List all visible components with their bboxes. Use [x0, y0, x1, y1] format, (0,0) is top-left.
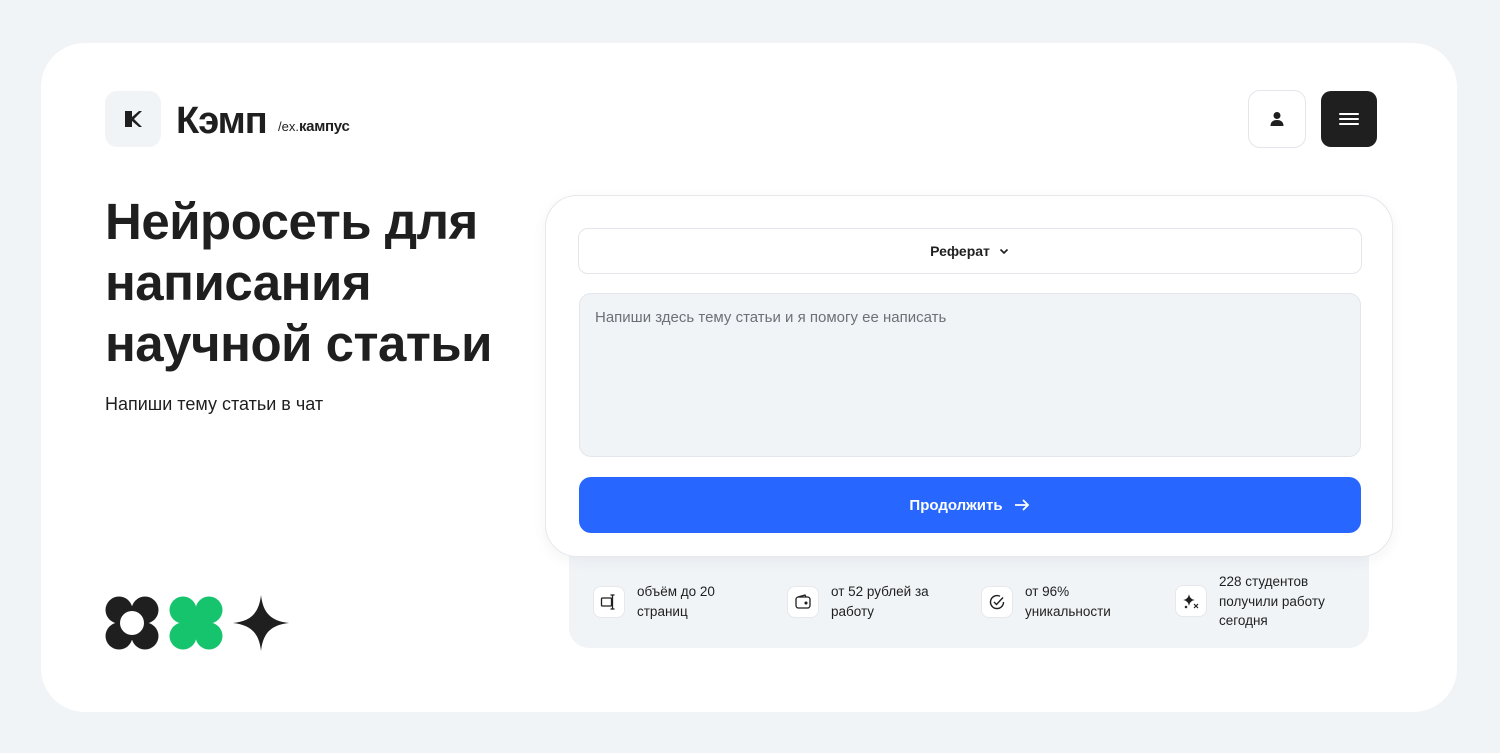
arrow-right-icon — [1014, 499, 1029, 511]
topic-input[interactable] — [579, 293, 1361, 457]
clover-shape-icon — [169, 596, 223, 650]
continue-button[interactable]: Продолжить — [579, 477, 1361, 533]
feature-text: от 96% уникальности — [1025, 584, 1111, 619]
feature-item: от 52 рублей за работу — [787, 582, 941, 621]
brand-former-name: /ex.кампус — [278, 118, 350, 136]
feature-item: 228 студентов получили работу сегодня — [1175, 572, 1344, 631]
user-button[interactable] — [1248, 90, 1306, 148]
check-circle-icon — [981, 585, 1013, 618]
hamburger-menu-icon — [1339, 113, 1359, 125]
work-type-label: Реферат — [930, 243, 990, 259]
main-card: Кэмп /ex.кампус Нейросеть для написания … — [41, 43, 1457, 712]
chevron-down-icon — [999, 248, 1008, 255]
feature-item: от 96% уникальности — [981, 582, 1125, 621]
logo-icon[interactable] — [105, 91, 161, 147]
work-type-select[interactable]: Реферат — [578, 228, 1362, 274]
page-title: Нейросеть для написания научной статьи — [105, 193, 493, 372]
feature-item: объём до 20 страниц — [593, 582, 747, 621]
feature-text: объём до 20 страниц — [637, 584, 715, 619]
feature-text: от 52 рублей за работу — [831, 584, 929, 619]
brand-ex-prefix: /ex. — [278, 119, 299, 134]
sparkles-icon — [1175, 585, 1207, 618]
page-subtitle: Напиши тему статьи в чат — [105, 394, 324, 414]
brand-name[interactable]: Кэмп — [176, 99, 268, 143]
flower-shape-icon — [105, 596, 159, 650]
decorative-shapes — [105, 595, 289, 651]
feature-text: 228 студентов получили работу сегодня — [1219, 574, 1325, 628]
menu-button[interactable] — [1321, 91, 1377, 147]
user-icon — [1270, 112, 1284, 126]
continue-label: Продолжить — [909, 496, 1003, 514]
text-cursor-icon — [593, 585, 625, 618]
wallet-icon — [787, 585, 819, 618]
sparkle-shape-icon — [233, 595, 289, 651]
brand-former-label: кампус — [298, 118, 350, 135]
article-form-panel: Реферат Продолжить — [545, 195, 1393, 557]
